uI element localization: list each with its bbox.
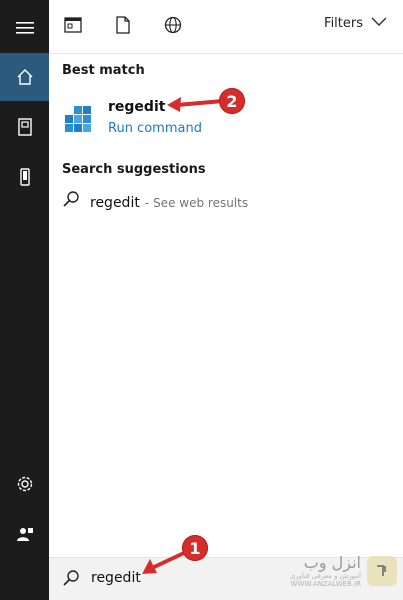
web-suggestion-item[interactable]: regedit - See web results	[62, 190, 248, 212]
user-icon	[16, 525, 34, 543]
search-suggestions-heading: Search suggestions	[62, 162, 206, 177]
app-window-icon	[64, 17, 82, 37]
device-button[interactable]	[0, 153, 49, 201]
filters-label: Filters	[324, 16, 363, 31]
chevron-down-icon	[371, 16, 387, 31]
annotation-badge-2: 2	[219, 88, 245, 114]
watermark-title: انزل وب	[303, 553, 361, 572]
best-match-type: Run command	[108, 121, 202, 136]
watermark-tagline: آموزش و معرفی فناوری	[289, 572, 361, 580]
left-rail	[0, 0, 49, 600]
suggestion-text: regedit	[90, 194, 140, 211]
user-button[interactable]	[0, 510, 49, 558]
annotation-badge-1: 1	[182, 535, 208, 561]
documents-button[interactable]	[0, 103, 49, 151]
gear-icon	[16, 475, 34, 493]
documents-filter-button[interactable]	[113, 16, 133, 38]
search-icon	[62, 190, 80, 212]
watermark-url: WWW.ANZALWEB.IR	[290, 580, 361, 588]
annotation-arrow-2	[167, 97, 224, 112]
device-icon	[19, 167, 31, 187]
home-button[interactable]	[0, 53, 49, 101]
document-icon	[116, 16, 130, 38]
watermark-logo-icon	[367, 555, 397, 586]
search-box-icon	[62, 569, 80, 591]
menu-button[interactable]	[0, 4, 49, 52]
search-input[interactable]: regedit	[91, 570, 141, 586]
documents-icon	[17, 118, 33, 136]
filters-dropdown[interactable]: Filters	[324, 16, 387, 31]
watermark: انزل وب آموزش و معرفی فناوری WWW.ANZALWE…	[290, 553, 397, 588]
home-icon	[16, 68, 34, 86]
top-toolbar: Filters	[49, 0, 403, 54]
watermark-text: انزل وب آموزش و معرفی فناوری WWW.ANZALWE…	[290, 553, 361, 588]
best-match-heading: Best match	[62, 63, 145, 78]
hamburger-icon	[15, 21, 34, 35]
settings-button[interactable]	[0, 460, 49, 508]
globe-icon	[164, 16, 182, 38]
web-filter-button[interactable]	[163, 16, 183, 38]
suggestion-subtitle: - See web results	[144, 195, 249, 210]
apps-filter-button[interactable]	[63, 17, 83, 37]
registry-editor-icon	[62, 101, 96, 135]
